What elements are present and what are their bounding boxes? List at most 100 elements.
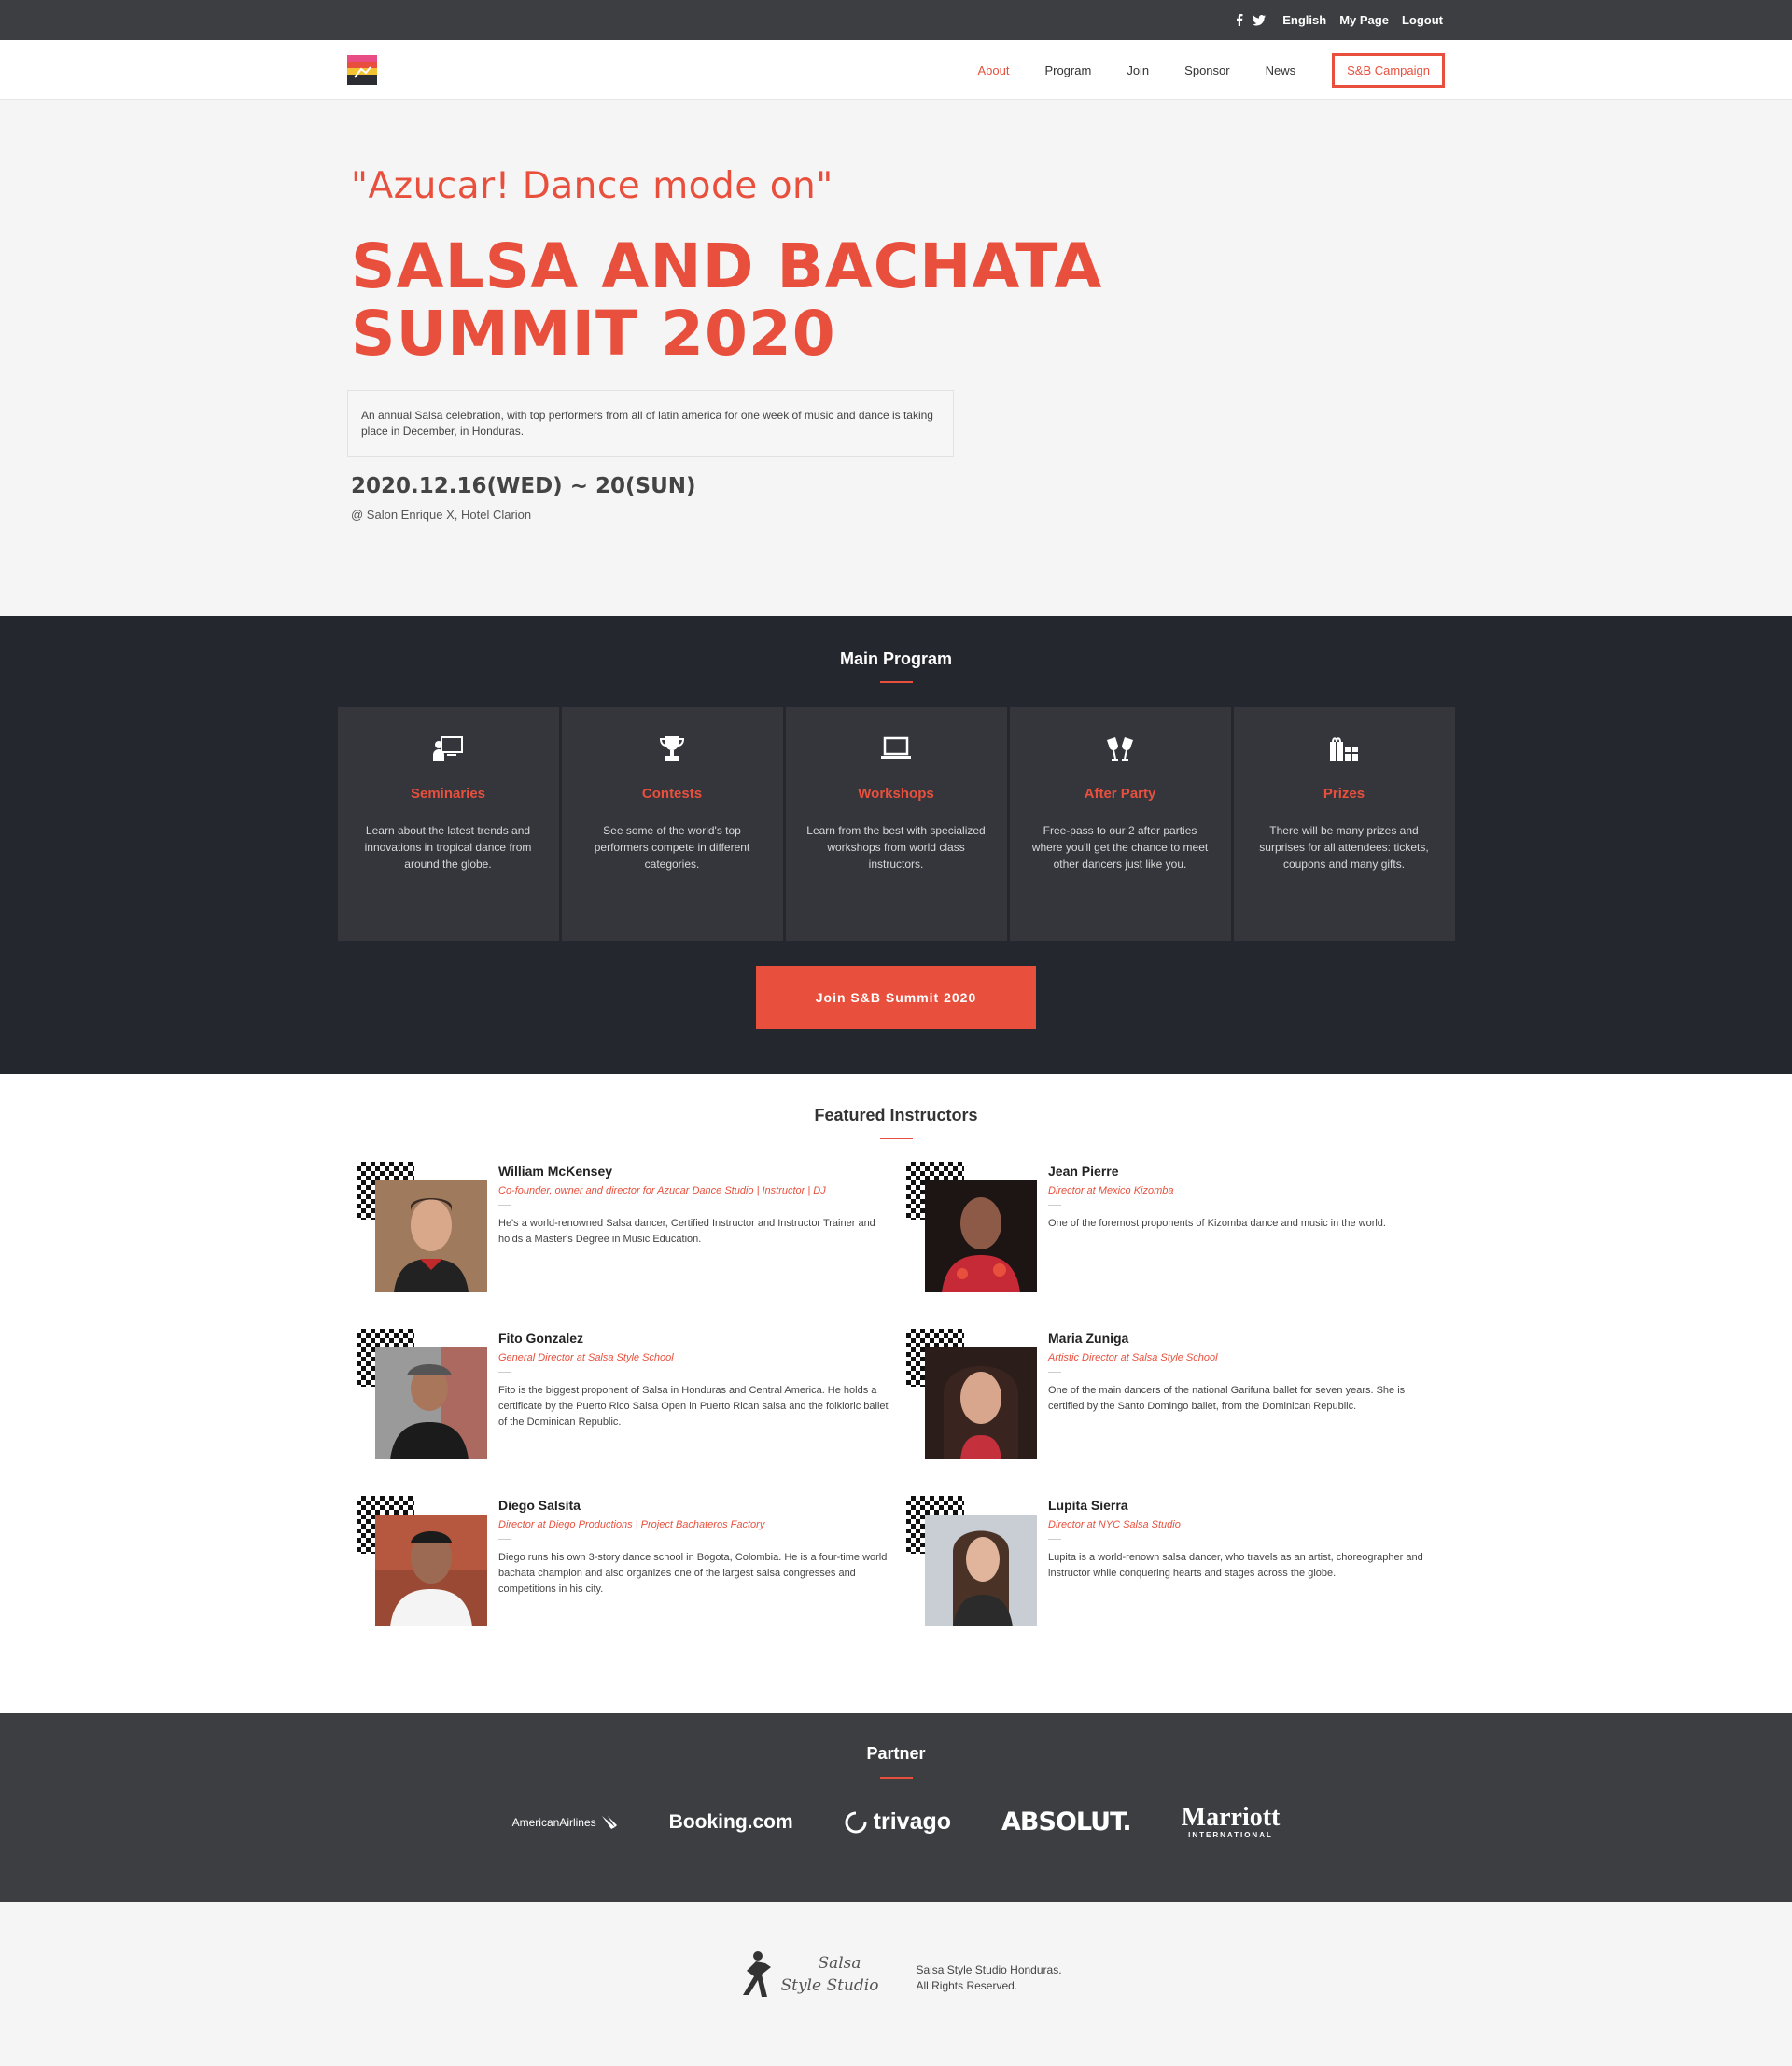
booking-logo[interactable]: Booking.com: [669, 1811, 793, 1834]
section-divider: [879, 1777, 913, 1779]
instructor-photo: [925, 1180, 1037, 1292]
section-title: Featured Instructors: [814, 1106, 978, 1124]
instructor-photo: [925, 1347, 1037, 1459]
instructor-grid: William McKensey Co-founder, owner and d…: [336, 1162, 1456, 1663]
instructor-photo-frame: [357, 1496, 487, 1636]
section-title: Main Program: [839, 649, 953, 668]
footer-rights: All Rights Reserved.: [916, 1979, 1018, 1992]
program-card-text: Learn from the best with specialized wor…: [806, 824, 986, 871]
section-divider: [879, 1138, 913, 1139]
trophy-icon: [562, 732, 783, 765]
program-card-workshops: Workshops Learn from the best with speci…: [785, 707, 1007, 941]
instructor-photo-frame: [906, 1496, 1037, 1636]
instructor-role: Co-founder, owner and director for Azuca…: [498, 1185, 826, 1196]
marriott-logo[interactable]: Marriott INTERNATIONAL: [1181, 1803, 1281, 1840]
nav-item-sponsor[interactable]: Sponsor: [1167, 63, 1247, 77]
hero-subtitle: "Azucar! Dance mode on": [351, 165, 833, 207]
american-airlines-logo[interactable]: AmericanAirlines: [512, 1814, 619, 1831]
program-card-title: Contests: [641, 786, 703, 802]
hero-section: "Azucar! Dance mode on" SALSA AND BACHAT…: [0, 100, 1792, 616]
divider: [498, 1205, 511, 1206]
hero-description: An annual Salsa celebration, with top pe…: [347, 390, 954, 457]
trivago-icon: [845, 1811, 867, 1833]
instructor-photo: [375, 1515, 487, 1626]
event-venue: @ Salon Enrique X, Hotel Clarion: [351, 508, 532, 522]
laptop-icon: [786, 732, 1007, 765]
glasses-cheers-icon: [1010, 732, 1231, 765]
social-links: [1236, 14, 1267, 26]
twitter-icon[interactable]: [1253, 14, 1267, 26]
instructor-photo-frame: [357, 1329, 487, 1469]
instructor-name: Fito Gonzalez: [498, 1331, 583, 1346]
instructor-card: Diego Salsita Director at Diego Producti…: [357, 1496, 906, 1663]
nav-item-about[interactable]: About: [959, 63, 1027, 77]
partner-logos: AmericanAirlines Booking.com trivago ABS…: [336, 1803, 1456, 1840]
site-logo[interactable]: [347, 55, 377, 85]
divider: [1048, 1205, 1061, 1206]
program-cards: Seminaries Learn about the latest trends…: [336, 707, 1456, 941]
footer-logo-line1: Salsa: [818, 1954, 861, 1973]
program-card-title: After Party: [1084, 786, 1156, 802]
program-card-title: Seminaries: [410, 786, 486, 802]
program-card-contests: Contests See some of the world's top per…: [561, 707, 783, 941]
instructor-card: Lupita Sierra Director at NYC Salsa Stud…: [906, 1496, 1456, 1663]
main-program-section: Main Program Seminaries Learn about the …: [0, 616, 1792, 1074]
absolut-logo[interactable]: ABSOLUT.: [1001, 1808, 1132, 1836]
instructor-bio: One of the main dancers of the national …: [1048, 1385, 1406, 1412]
campaign-button[interactable]: S&B Campaign: [1332, 52, 1445, 88]
footer-logo: Salsa Style Studio: [730, 1948, 878, 2001]
nav-item-news[interactable]: News: [1248, 63, 1314, 77]
instructor-card: Fito Gonzalez General Director at Salsa …: [357, 1329, 906, 1496]
marriott-subtitle: INTERNATIONAL: [1188, 1831, 1273, 1839]
featured-instructors-section: Featured Instructors William McKensey Co…: [0, 1074, 1792, 1713]
dancer-icon: [743, 1951, 772, 1997]
instructor-name: Lupita Sierra: [1048, 1498, 1128, 1513]
logout-link[interactable]: Logout: [1402, 13, 1443, 27]
partner-section: Partner AmericanAirlines Booking.com tri…: [0, 1713, 1792, 1902]
divider: [1048, 1539, 1061, 1540]
marriott-wordmark: Marriott: [1181, 1803, 1281, 1832]
facebook-icon[interactable]: [1236, 14, 1243, 26]
program-card-prizes: Prizes There will be many prizes and sur…: [1233, 707, 1455, 941]
footer-company: Salsa Style Studio Honduras.: [916, 1963, 1062, 1976]
trivago-wordmark: trivago: [873, 1808, 952, 1835]
instructor-bio: Lupita is a world-renown salsa dancer, w…: [1048, 1552, 1423, 1579]
program-card-seminaries: Seminaries Learn about the latest trends…: [337, 707, 559, 941]
instructor-bio: He's a world-renowned Salsa dancer, Cert…: [498, 1218, 875, 1245]
program-card-text: Free-pass to our 2 after parties where y…: [1031, 824, 1209, 871]
section-title: Partner: [866, 1744, 926, 1763]
program-card-title: Prizes: [1323, 786, 1365, 802]
instructor-photo-frame: [906, 1329, 1037, 1469]
trivago-logo[interactable]: trivago: [844, 1808, 951, 1836]
instructor-photo: [375, 1347, 487, 1459]
main-nav: About Program Join Sponsor News S&B Camp…: [0, 40, 1792, 100]
join-summit-button[interactable]: Join S&B Summit 2020: [756, 966, 1036, 1029]
hero-title: SALSA AND BACHATA SUMMIT 2020: [351, 230, 1103, 370]
instructor-card: Maria Zuniga Artistic Director at Salsa …: [906, 1329, 1456, 1496]
program-card-after-party: After Party Free-pass to our 2 after par…: [1009, 707, 1231, 941]
footer: Salsa Style Studio Salsa Style Studio Ho…: [0, 1902, 1792, 2066]
program-card-title: Workshops: [858, 786, 934, 802]
instructor-bio: One of the foremost proponents of Kizomb…: [1048, 1218, 1386, 1229]
nav-item-program[interactable]: Program: [1027, 63, 1109, 77]
instructor-name: Jean Pierre: [1048, 1164, 1119, 1179]
mypage-link[interactable]: My Page: [1339, 13, 1389, 27]
eagle-icon: [601, 1815, 617, 1829]
footer-logo-text: Salsa Style Studio: [780, 1952, 878, 1997]
program-card-text: See some of the world's top performers c…: [594, 824, 750, 871]
instructor-photo: [925, 1515, 1037, 1626]
instructor-card: William McKensey Co-founder, owner and d…: [357, 1162, 906, 1329]
instructor-name: Diego Salsita: [498, 1498, 581, 1513]
top-bar: English My Page Logout: [0, 0, 1792, 40]
instructor-name: Maria Zuniga: [1048, 1331, 1129, 1346]
instructor-role: Director at NYC Salsa Studio: [1048, 1519, 1181, 1530]
language-link[interactable]: English: [1282, 13, 1326, 27]
divider: [498, 1539, 511, 1540]
nav-menu: About Program Join Sponsor News S&B Camp…: [959, 52, 1456, 88]
footer-logo-line2: Style Studio: [780, 1976, 879, 1995]
divider: [498, 1372, 511, 1373]
instructor-photo-frame: [357, 1162, 487, 1302]
nav-item-join[interactable]: Join: [1109, 63, 1167, 77]
presentation-icon: [338, 732, 559, 765]
footer-text: Salsa Style Studio Honduras. All Rights …: [916, 1962, 1061, 1994]
